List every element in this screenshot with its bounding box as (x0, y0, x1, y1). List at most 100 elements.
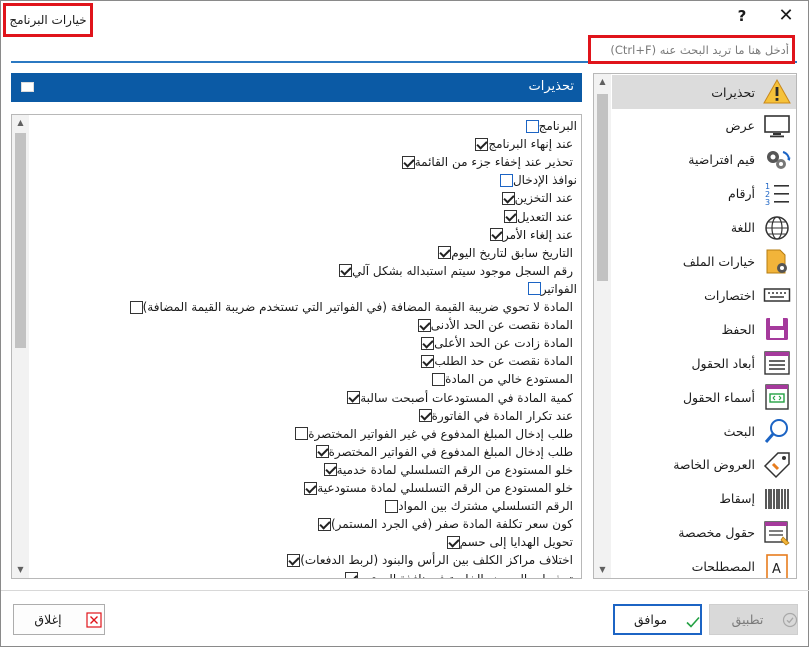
warning-checkbox[interactable] (347, 391, 361, 404)
warning-checkbox[interactable] (503, 210, 517, 223)
warning-item[interactable]: تحويل الهدايا إلى حسم (442, 533, 573, 551)
footer-divider (1, 590, 809, 591)
nav-item-label: أبعاد الحقول (691, 355, 755, 371)
warning-item[interactable]: عند إلغاء الأمر (485, 226, 573, 244)
nav-item[interactable]: تحذيرات (612, 75, 796, 109)
warning-item[interactable]: عند التعديل (499, 208, 573, 226)
warning-checkbox[interactable] (287, 553, 301, 567)
warning-item[interactable]: المادة نقصت عن حد الطلب (416, 352, 573, 370)
warning-label: التاريخ سابق لتاريخ اليوم (451, 245, 573, 260)
nav-item[interactable]: أرقام 1 2 3 (612, 177, 796, 211)
nav-item[interactable]: المصطلحات A (612, 550, 796, 578)
warning-group[interactable]: البرنامج (521, 117, 577, 135)
warning-checkbox[interactable] (489, 228, 503, 242)
warning-checkbox[interactable] (475, 137, 489, 151)
numbered-list-icon: 123 (763, 180, 791, 208)
warning-item[interactable]: رقم السجل موجود سيتم استبداله بشكل آلي (334, 262, 573, 280)
apply-label: تطبيق (731, 612, 764, 627)
warning-checkbox[interactable] (421, 354, 435, 368)
warning-item[interactable]: عند تكرار المادة في الفاتورة (414, 407, 573, 425)
nav-item-label: أرقام (727, 186, 755, 202)
warning-item[interactable]: المادة نقصت عن الحد الأدنى (413, 316, 573, 334)
warning-label: رقم السجل موجود سيتم استبداله بشكل آلي (352, 263, 573, 278)
warning-checkbox[interactable] (317, 517, 331, 531)
warning-checkbox[interactable] (446, 535, 460, 549)
warning-group[interactable]: نوافذ الإدخال (495, 171, 577, 189)
warnings-scrollbar[interactable]: ▲ ▼ (12, 115, 29, 578)
search-input[interactable] (591, 38, 792, 61)
warning-checkbox[interactable] (432, 372, 446, 386)
nav-item-label: الحفظ (721, 321, 755, 337)
warning-item[interactable]: عند إنهاء البرنامج (470, 135, 573, 153)
warning-checkbox[interactable] (304, 481, 318, 495)
warning-checkbox[interactable] (438, 246, 452, 260)
close-window-icon[interactable]: ✕ (775, 5, 797, 27)
warning-group-label: الفواتير (540, 281, 577, 296)
nav-item[interactable]: أسماء الحقول (612, 380, 796, 414)
scroll-thumb[interactable] (15, 133, 26, 348)
nav-item[interactable]: العروض الخاصة (612, 448, 796, 482)
nav-item[interactable]: عرض (612, 109, 796, 143)
warning-item[interactable]: التاريخ سابق لتاريخ اليوم (433, 244, 573, 262)
save-disk-icon (763, 315, 791, 343)
warning-item[interactable]: المادة لا تحوي ضريبة القيمة المضافة (في … (125, 298, 573, 316)
warning-item[interactable]: المستودع خالي من المادة (427, 370, 573, 388)
warning-item[interactable]: الرقم التسلسلي مشترك بين المواد (380, 497, 573, 515)
warning-group[interactable]: الفواتير (523, 280, 577, 298)
apply-button[interactable]: تطبيق (709, 604, 798, 635)
warning-checkbox[interactable] (323, 463, 337, 477)
warning-item[interactable]: خلو المستودع من الرقم التسلسلي لمادة مست… (299, 479, 573, 497)
nav-item-label: قيم افتراضية (688, 152, 755, 168)
warning-checkbox[interactable] (401, 155, 415, 169)
group-checkbox[interactable] (499, 173, 513, 187)
field-names-icon (763, 383, 791, 411)
warning-item[interactable]: تحذير عند إخفاء جزء من القائمة (397, 153, 573, 171)
warning-item[interactable]: المادة زادت عن الحد الأعلى (416, 334, 573, 352)
warning-item[interactable]: كون سعر تكلفة المادة صفر (في الجرد المست… (313, 515, 573, 533)
warning-checkbox[interactable] (129, 300, 143, 314)
warning-checkbox[interactable] (345, 572, 359, 578)
warning-checkbox[interactable] (339, 264, 353, 278)
keyboard-icon (763, 281, 791, 309)
warning-checkbox[interactable] (421, 336, 435, 350)
scroll-thumb[interactable] (597, 94, 608, 281)
warning-checkbox[interactable] (385, 499, 399, 513)
warning-checkbox[interactable] (418, 409, 432, 423)
scroll-down-icon[interactable]: ▼ (594, 562, 611, 578)
warning-item[interactable]: عند التخزين (497, 189, 573, 207)
window-title: خيارات البرنامج (9, 13, 87, 27)
tag-offer-icon (763, 451, 791, 479)
nav-item[interactable]: حقول مخصصة (612, 516, 796, 550)
options-categories: ▲ ▼ تحذيرات عرض قيم افتراضية أرقام 1 2 3 اللغة خ… (593, 73, 797, 579)
group-checkbox[interactable] (527, 282, 541, 296)
nav-item[interactable]: البحث (612, 414, 796, 448)
scroll-up-icon[interactable]: ▲ (594, 74, 611, 90)
warning-item[interactable]: تحذيرات العروض الخاصة في نافذة المرتجع (340, 570, 573, 578)
warning-checkbox[interactable] (295, 427, 309, 441)
categories-scrollbar[interactable]: ▲ ▼ (594, 74, 611, 578)
warning-checkbox[interactable] (501, 191, 515, 205)
warning-item[interactable]: طلب إدخال المبلغ المدفوع في غير الفواتير… (290, 425, 573, 443)
scroll-down-icon[interactable]: ▼ (12, 562, 29, 578)
warning-icon (763, 78, 791, 106)
warning-checkbox[interactable] (417, 318, 431, 332)
nav-item[interactable]: اللغة (612, 211, 796, 245)
nav-item[interactable]: خيارات الملف (612, 245, 796, 279)
group-checkbox[interactable] (525, 119, 539, 133)
nav-item[interactable]: إسقاط (612, 482, 796, 516)
nav-item[interactable]: اختصارات (612, 278, 796, 312)
nav-item[interactable]: الحفظ (612, 312, 796, 346)
nav-item[interactable]: قيم افتراضية (612, 143, 796, 177)
warning-item[interactable]: طلب إدخال المبلغ المدفوع في الفواتير الم… (311, 443, 573, 461)
section-header-toggle[interactable] (21, 82, 34, 92)
help-button[interactable]: ? (733, 5, 751, 27)
globe-icon (763, 214, 791, 242)
nav-item[interactable]: أبعاد الحقول (612, 346, 796, 380)
warning-item[interactable]: اختلاف مراكز الكلف بين الرأس والبنود (لر… (282, 551, 573, 569)
warning-item[interactable]: كمية المادة في المستودعات أصبحت سالبة (342, 389, 573, 407)
warning-checkbox[interactable] (315, 445, 329, 459)
scroll-up-icon[interactable]: ▲ (12, 115, 29, 131)
warning-item[interactable]: خلو المستودع من الرقم التسلسلي لمادة خدم… (319, 461, 573, 479)
close-button[interactable]: إغلاق (13, 604, 105, 635)
ok-button[interactable]: موافق (613, 604, 702, 635)
